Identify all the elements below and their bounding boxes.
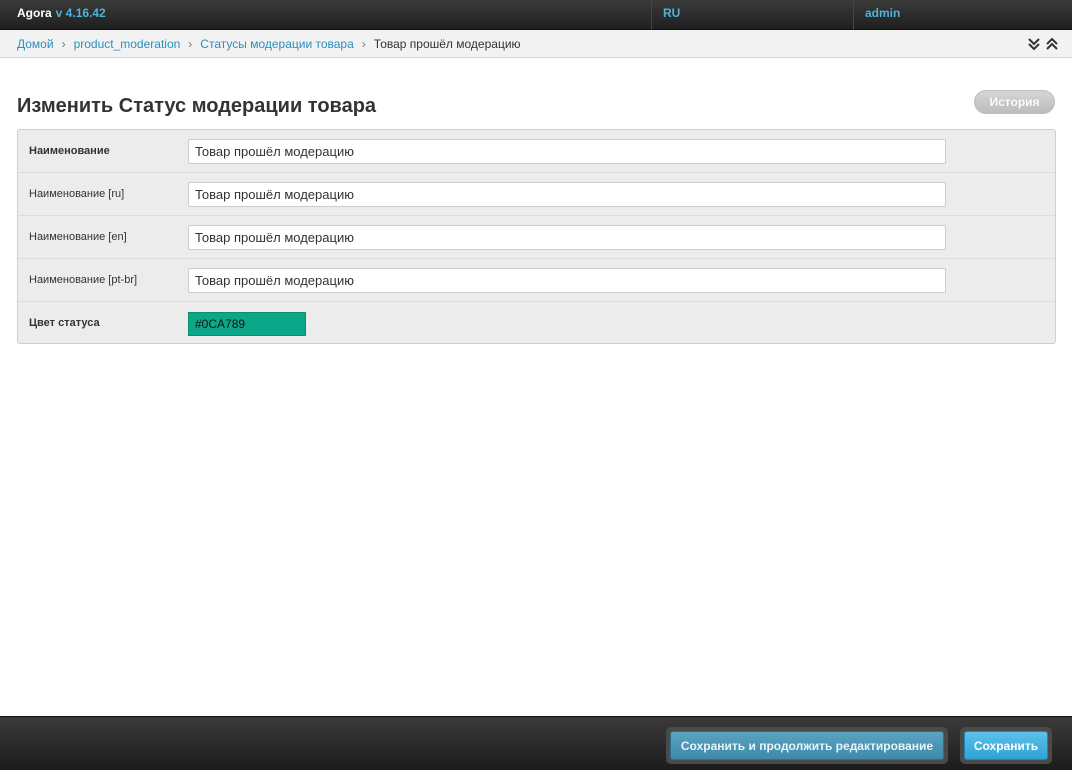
expand-all-icon[interactable] [1028, 37, 1040, 51]
breadcrumb-app-link[interactable]: product_moderation [74, 37, 181, 51]
app-name: Agora [17, 6, 52, 20]
name-input[interactable] [188, 139, 946, 164]
topbar-divider [651, 0, 652, 30]
chevron-right-icon: › [188, 37, 193, 51]
page-title: Изменить Статус модерации товара [17, 95, 377, 117]
field-label: Наименование [pt-br] [29, 274, 138, 286]
topbar-divider [853, 0, 854, 30]
footer-actions: Сохранить и продолжить редактирование Со… [0, 716, 1072, 770]
breadcrumb: Домой › product_moderation › Статусы модерац… [0, 30, 1072, 58]
form-row-name: Наименование [18, 130, 1055, 173]
collapse-all-icon[interactable] [1046, 37, 1058, 51]
field-label: Наименование [29, 145, 110, 157]
chevron-right-icon: › [61, 37, 66, 51]
field-label: Цвет статуса [29, 317, 100, 329]
user-menu[interactable]: admin [865, 0, 900, 26]
name-pt-br-input[interactable] [188, 268, 946, 293]
save-wrap: Сохранить [960, 727, 1052, 764]
edit-form: Наименование Наименование [ru] Наименова… [17, 129, 1056, 344]
app-brand: Agora v 4.16.42 [17, 0, 106, 30]
status-color-picker[interactable]: #0CA789 [188, 312, 306, 336]
chevron-right-icon: › [361, 37, 366, 51]
save-button[interactable]: Сохранить [964, 731, 1048, 760]
language-switcher[interactable]: RU [663, 0, 680, 26]
app-version: v 4.16.42 [55, 6, 106, 20]
breadcrumb-current: Товар прошёл модерацию [373, 37, 521, 51]
save-continue-wrap: Сохранить и продолжить редактирование [666, 727, 948, 764]
form-row-name-ru: Наименование [ru] [18, 173, 1055, 216]
name-ru-input[interactable] [188, 182, 946, 207]
breadcrumb-home-link[interactable]: Домой [17, 37, 54, 51]
save-and-continue-button[interactable]: Сохранить и продолжить редактирование [670, 731, 944, 760]
breadcrumb-model-link[interactable]: Статусы модерации товара [200, 37, 354, 51]
name-en-input[interactable] [188, 225, 946, 250]
field-label: Наименование [ru] [29, 188, 125, 200]
field-label: Наименование [en] [29, 231, 127, 243]
history-button[interactable]: История [974, 90, 1055, 114]
form-row-name-en: Наименование [en] [18, 216, 1055, 259]
top-bar: Agora v 4.16.42 RU admin [0, 0, 1072, 30]
form-row-color: Цвет статуса #0CA789 [18, 302, 1055, 345]
form-row-name-pt-br: Наименование [pt-br] [18, 259, 1055, 302]
